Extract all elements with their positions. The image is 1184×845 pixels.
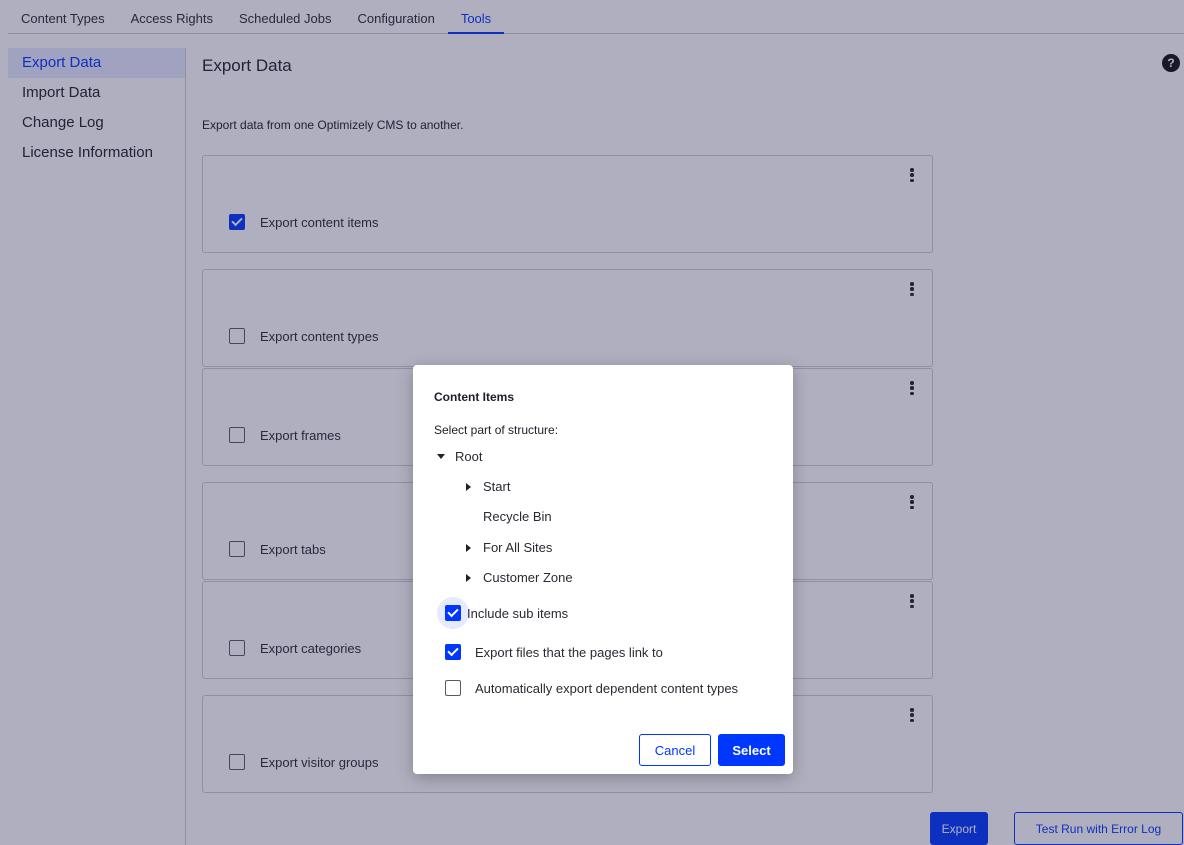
select-button[interactable]: Select: [718, 734, 785, 766]
include-sub-items-checkbox[interactable]: [445, 605, 461, 621]
tree-node-label: Customer Zone: [483, 570, 573, 585]
content-items-dialog: Content Items Select part of structure: …: [413, 365, 793, 774]
chevron-right-icon[interactable]: [466, 543, 471, 552]
tree-node-for-all-sites[interactable]: For All Sites: [466, 540, 552, 555]
tree-node-label: Start: [483, 479, 511, 494]
export-dependent-types-label: Automatically export dependent content t…: [475, 680, 739, 696]
chevron-right-icon[interactable]: [466, 573, 471, 582]
export-linked-files-label: Export files that the pages link to: [475, 644, 663, 660]
include-sub-items-label: Include sub items: [467, 605, 569, 621]
checkbox-focus-ring: [437, 597, 469, 629]
tree-node-start[interactable]: Start: [466, 479, 510, 494]
export-linked-files-checkbox[interactable]: [445, 644, 461, 660]
tree-node-root[interactable]: Root: [437, 449, 482, 464]
chevron-down-icon[interactable]: [437, 454, 445, 459]
tree-node-customer-zone[interactable]: Customer Zone: [466, 570, 573, 585]
cancel-button[interactable]: Cancel: [639, 734, 711, 766]
include-sub-items-option[interactable]: Include sub items: [437, 597, 569, 629]
dialog-subtitle: Select part of structure:: [434, 423, 559, 437]
export-dependent-types-option[interactable]: Automatically export dependent content t…: [445, 680, 738, 696]
tree-node-label: For All Sites: [483, 540, 553, 555]
tree-node-label: Root: [455, 449, 483, 464]
tree-node-label: Recycle Bin: [483, 509, 552, 524]
chevron-right-icon[interactable]: [466, 482, 471, 491]
dialog-title: Content Items: [434, 390, 515, 404]
tree-node-recycle-bin[interactable]: Recycle Bin: [483, 509, 552, 524]
export-dependent-types-checkbox[interactable]: [445, 680, 461, 696]
export-linked-files-option[interactable]: Export files that the pages link to: [445, 644, 663, 660]
